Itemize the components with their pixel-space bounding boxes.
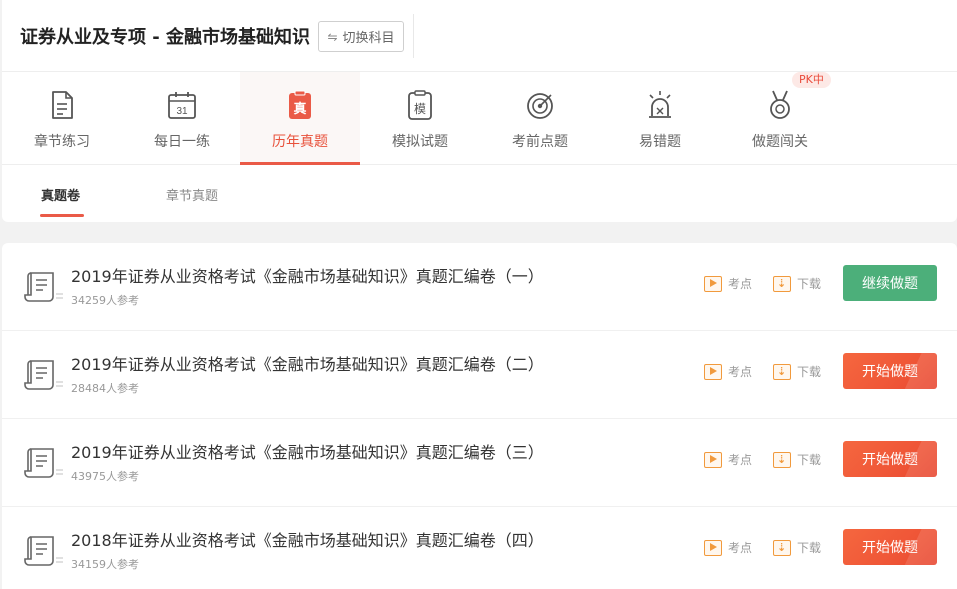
paper-row: 2018年证券从业资格考试《金融市场基础知识》真题汇编卷（四） 34159人参考…	[2, 507, 957, 589]
nav-label-past-exams: 历年真题	[272, 134, 328, 150]
paper-title[interactable]: 2019年证券从业资格考试《金融市场基础知识》真题汇编卷（三）	[71, 439, 544, 463]
paper-participant-count: 28484人参考	[71, 382, 139, 395]
nav-item-daily-practice[interactable]: 31 每日一练	[122, 72, 242, 165]
nav-label-level-challenge: 做题闯关	[752, 134, 808, 150]
sub-tabs: 真题卷 章节真题	[2, 166, 957, 220]
start-practice-button[interactable]: 开始做题	[843, 529, 937, 565]
download-link[interactable]: ⇣ 下载	[773, 363, 821, 380]
paper-participant-count: 34159人参考	[71, 558, 139, 571]
exam-points-label: 考点	[728, 277, 753, 291]
exam-points-link[interactable]: 考点	[704, 363, 752, 380]
switch-subject-button[interactable]: ⇋ 切换科目	[318, 21, 404, 52]
nav-label-chapter-practice: 章节练习	[34, 134, 90, 150]
header-divider	[413, 14, 414, 58]
download-icon: ⇣	[773, 539, 791, 556]
play-icon	[704, 451, 722, 468]
switch-arrows-icon: ⇋	[327, 29, 338, 44]
nav-label-mock-exams: 模拟试题	[392, 134, 448, 150]
play-icon	[704, 363, 722, 380]
nav-item-error-prone[interactable]: 易错题	[600, 72, 720, 165]
top-panel: 证券从业及专项 - 金融市场基础知识 ⇋ 切换科目 章节练习 31 每日一练 真…	[2, 0, 957, 222]
download-link[interactable]: ⇣ 下载	[773, 539, 821, 556]
paper-row: 2019年证券从业资格考试《金融市场基础知识》真题汇编卷（三） 43975人参考…	[2, 419, 957, 507]
pk-status-badge: PK中	[792, 72, 831, 88]
exam-points-label: 考点	[728, 541, 753, 555]
mock-exam-icon: 模	[408, 90, 432, 120]
exam-points-link[interactable]: 考点	[704, 539, 752, 556]
download-icon: ⇣	[773, 451, 791, 468]
paper-row: 2019年证券从业资格考试《金融市场基础知识》真题汇编卷（一） 34259人参考…	[2, 243, 957, 331]
mock-exam-icon-text: 模	[414, 102, 426, 116]
nav-label-daily-practice: 每日一练	[154, 134, 210, 150]
subtab-exam-papers[interactable]: 真题卷	[41, 185, 80, 204]
scroll-paper-icon	[24, 360, 63, 390]
download-link[interactable]: ⇣ 下载	[773, 451, 821, 468]
alarm-icon	[649, 91, 671, 118]
subtab-active-indicator	[40, 214, 84, 217]
paper-title[interactable]: 2019年证券从业资格考试《金融市场基础知识》真题汇编卷（二）	[71, 351, 544, 375]
past-exam-icon: 真	[289, 90, 311, 119]
paper-title[interactable]: 2018年证券从业资格考试《金融市场基础知识》真题汇编卷（四）	[71, 527, 544, 551]
continue-practice-button[interactable]: 继续做题	[843, 265, 937, 301]
header: 证券从业及专项 - 金融市场基础知识 ⇋ 切换科目	[2, 0, 957, 72]
past-exam-icon-text: 真	[293, 101, 306, 117]
chapter-practice-icon	[52, 91, 73, 119]
exam-points-label: 考点	[728, 365, 753, 379]
calendar-day-text: 31	[176, 106, 188, 117]
nav-item-past-exams[interactable]: 真 历年真题	[240, 72, 360, 165]
exam-points-link[interactable]: 考点	[704, 451, 752, 468]
download-link[interactable]: ⇣ 下载	[773, 275, 821, 292]
nav-item-chapter-practice[interactable]: 章节练习	[2, 72, 122, 165]
nav-item-mock-exams[interactable]: 模 模拟试题	[360, 72, 480, 165]
target-icon	[527, 93, 553, 119]
download-label: 下载	[797, 541, 822, 555]
paper-list: 2019年证券从业资格考试《金融市场基础知识》真题汇编卷（一） 34259人参考…	[2, 243, 957, 589]
paper-title[interactable]: 2019年证券从业资格考试《金融市场基础知识》真题汇编卷（一）	[71, 263, 544, 287]
download-label: 下载	[797, 277, 822, 291]
download-label: 下载	[797, 453, 822, 467]
exam-points-label: 考点	[728, 453, 753, 467]
start-practice-button[interactable]: 开始做题	[843, 353, 937, 389]
start-practice-button[interactable]: 开始做题	[843, 441, 937, 477]
subject-title: 证券从业及专项 - 金融市场基础知识	[20, 27, 311, 48]
play-icon	[704, 275, 722, 292]
play-icon	[704, 539, 722, 556]
medal-icon	[770, 90, 790, 119]
download-icon: ⇣	[773, 275, 791, 292]
scroll-paper-icon	[24, 448, 63, 478]
download-icon: ⇣	[773, 363, 791, 380]
paper-participant-count: 34259人参考	[71, 294, 139, 307]
paper-participant-count: 43975人参考	[71, 470, 139, 483]
scroll-paper-icon	[24, 536, 63, 566]
scroll-paper-icon	[24, 272, 63, 302]
nav-label-error-prone: 易错题	[639, 134, 681, 150]
download-label: 下载	[797, 365, 822, 379]
exam-points-link[interactable]: 考点	[704, 275, 752, 292]
subtab-chapter-exams[interactable]: 章节真题	[166, 185, 218, 204]
nav-label-pre-exam: 考前点题	[512, 134, 568, 150]
nav-item-pre-exam[interactable]: 考前点题	[480, 72, 600, 165]
switch-subject-label: 切换科目	[342, 31, 395, 46]
paper-row: 2019年证券从业资格考试《金融市场基础知识》真题汇编卷（二） 28484人参考…	[2, 331, 957, 419]
calendar-icon: 31	[168, 92, 196, 119]
